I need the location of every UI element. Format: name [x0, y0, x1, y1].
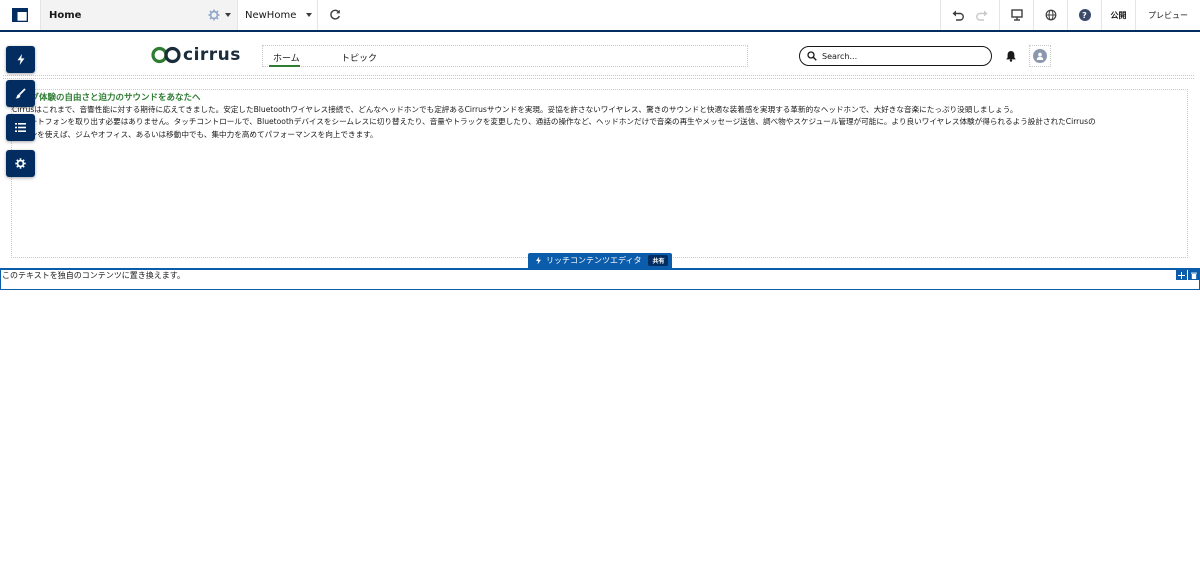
gear-icon [15, 158, 26, 169]
avatar [1033, 49, 1047, 63]
page-name: Home [49, 9, 82, 21]
notification-bell-icon[interactable] [1005, 50, 1017, 62]
globe-icon [1045, 9, 1056, 21]
undo-icon[interactable] [952, 10, 965, 21]
page-selector[interactable]: Home [41, 0, 238, 30]
layout-icon [12, 8, 28, 22]
move-button[interactable] [1176, 270, 1187, 280]
lightning-icon [17, 54, 24, 65]
brush-icon [15, 88, 26, 99]
user-icon [1036, 52, 1044, 60]
builder-toolbar: Home NewHome ? 公開 プレビュー [0, 0, 1200, 32]
user-profile-menu[interactable] [1029, 45, 1051, 67]
site-logo[interactable]: cirrus [151, 45, 241, 65]
trash-icon [1190, 272, 1197, 279]
undo-redo-group [941, 0, 1000, 30]
site-search-box[interactable] [799, 46, 992, 66]
components-tool-button[interactable] [6, 46, 35, 73]
help-icon: ? [1078, 9, 1091, 21]
lightning-icon [536, 256, 541, 265]
search-input[interactable] [822, 50, 982, 62]
site-navigation: ホーム トピック [262, 45, 748, 67]
content-paragraph: Cirrusはこれまで、音響性能に対する期待に応えてきました。安定したBluet… [12, 104, 1187, 141]
content-heading: ング体験の自由さと迫力のサウンドをあなたへ [22, 93, 201, 103]
delete-button[interactable] [1188, 270, 1199, 280]
rich-content-editor-text[interactable]: このテキストを独自のコンテンツに置き換えます。 [2, 270, 185, 281]
settings-tool-button[interactable] [6, 150, 35, 177]
nav-active-indicator [269, 65, 300, 67]
nav-item-home[interactable]: ホーム [273, 51, 300, 64]
device-preview-button[interactable] [1000, 0, 1034, 30]
rich-content-editor-tab[interactable]: リッチコンテンツエディタ 共有 [528, 253, 672, 268]
page-structure-tool-button[interactable] [6, 114, 35, 141]
move-icon [1178, 271, 1185, 279]
refresh-button[interactable] [318, 0, 352, 30]
logo-text: cirrus [183, 45, 241, 65]
redo-icon[interactable] [975, 10, 988, 21]
components-panel-button[interactable] [0, 0, 41, 30]
nav-item-topics[interactable]: トピック [341, 51, 377, 64]
cirrus-logo-mark-icon [151, 46, 181, 64]
theme-tool-button[interactable] [6, 80, 35, 107]
help-button[interactable]: ? [1068, 0, 1102, 30]
paragraph-line: ホンを使えば、ジムやオフィス、あるいは移動中でも、集中力を高めてパフォーマンスを… [22, 129, 378, 139]
preview-button[interactable]: プレビュー [1136, 0, 1200, 30]
publish-button[interactable]: 公開 [1102, 0, 1136, 30]
page-settings-gear-icon[interactable] [208, 9, 220, 21]
view-name: NewHome [245, 9, 297, 21]
list-icon [15, 123, 26, 132]
paragraph-line: Cirrusはこれまで、音響性能に対する期待に応えてきました。安定したBluet… [12, 105, 1018, 114]
language-button[interactable] [1034, 0, 1068, 30]
publish-label: 公開 [1110, 10, 1127, 20]
shared-badge: 共有 [648, 255, 669, 266]
preview-label: プレビュー [1148, 10, 1188, 20]
search-icon [807, 51, 817, 61]
rich-content-editor-label: リッチコンテンツエディタ [546, 256, 642, 265]
page-dropdown-caret-icon[interactable] [225, 13, 231, 17]
paragraph-line: マートフォンを取り出す必要はありません。タッチコントロールで、Bluetooth… [22, 117, 1096, 127]
component-actions [1176, 270, 1199, 280]
toolbar-spacer [352, 0, 941, 30]
refresh-icon [330, 9, 340, 20]
view-selector[interactable]: NewHome [238, 0, 318, 30]
desktop-icon [1010, 9, 1023, 21]
view-dropdown-caret-icon[interactable] [306, 13, 312, 17]
